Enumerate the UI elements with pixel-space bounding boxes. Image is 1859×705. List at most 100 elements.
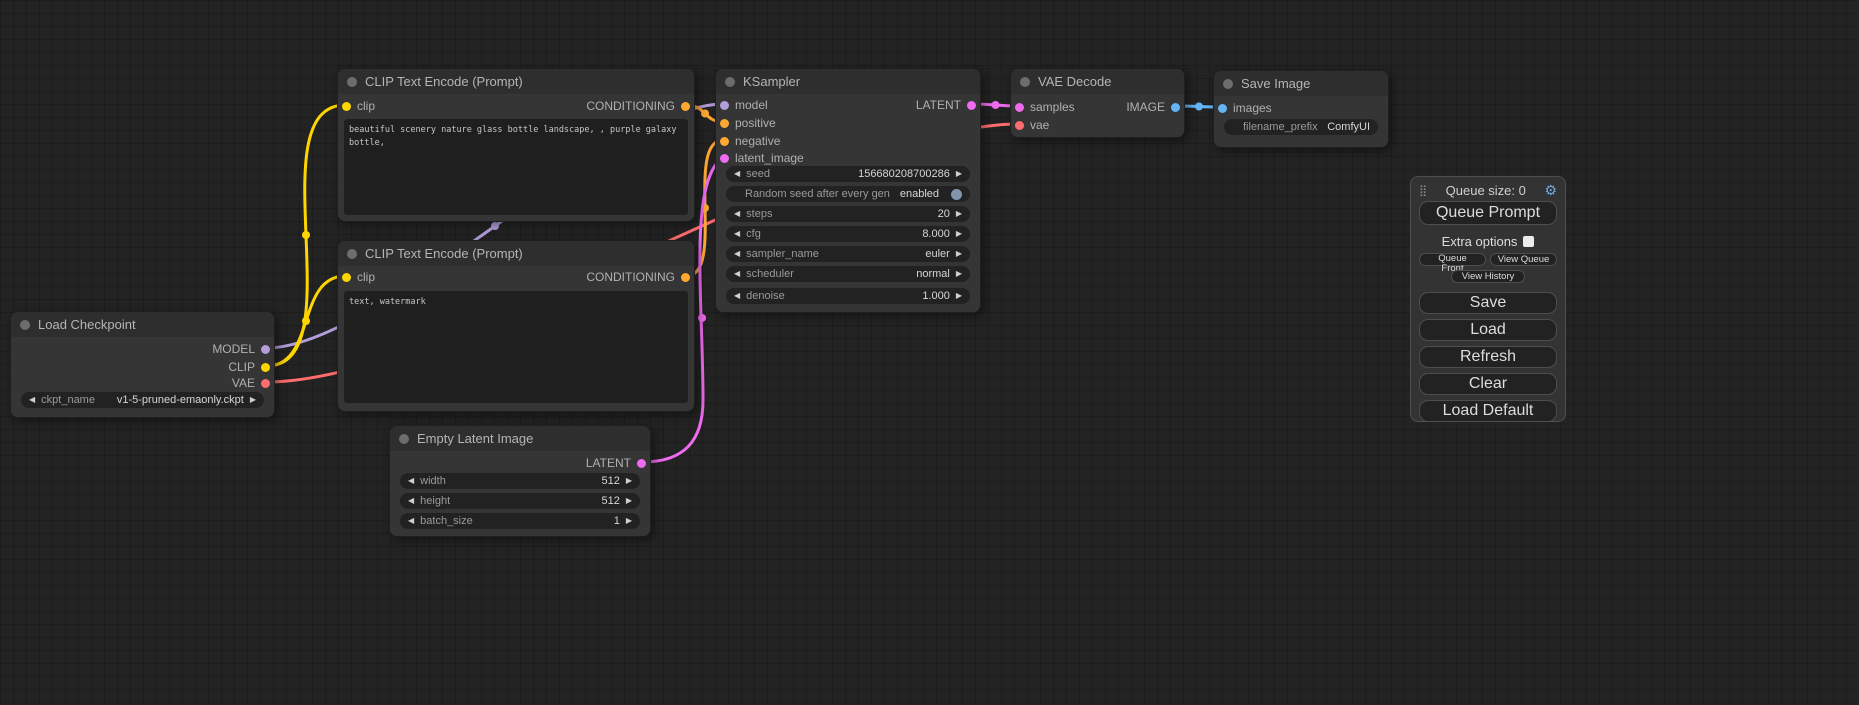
widget-steps[interactable]: ◀ steps 20 ▶ <box>726 206 970 222</box>
vae-slot-dot-icon[interactable] <box>261 379 270 388</box>
output-slot-conditioning[interactable]: CONDITIONING <box>586 269 690 285</box>
prev-value-icon[interactable]: ◀ <box>29 396 35 404</box>
output-slot-image[interactable]: IMAGE <box>1126 99 1180 115</box>
latent-slot-dot-icon[interactable] <box>720 154 729 163</box>
negative-prompt-textarea[interactable]: text, watermark <box>344 291 688 403</box>
input-slot-clip[interactable]: clip <box>342 269 375 285</box>
node-vae-decode[interactable]: VAE Decode samples IMAGE vae <box>1010 68 1185 138</box>
widget-random-seed[interactable]: Random seed after every gen enabled <box>726 186 970 202</box>
widget-filename-prefix[interactable]: filename_prefix ComfyUI <box>1224 119 1378 135</box>
conditioning-slot-dot-icon[interactable] <box>681 273 690 282</box>
node-title-bar[interactable]: Save Image <box>1214 71 1388 96</box>
increment-icon[interactable]: ▶ <box>956 230 962 238</box>
drag-handle-icon[interactable]: ⣿ <box>1419 184 1427 197</box>
output-slot-latent[interactable]: LATENT <box>916 97 976 113</box>
image-slot-dot-icon[interactable] <box>1218 104 1227 113</box>
queue-prompt-button[interactable]: Queue Prompt <box>1419 201 1557 225</box>
node-load-checkpoint[interactable]: Load Checkpoint MODEL CLIP VAE ◀ ckpt_na… <box>10 311 275 418</box>
widget-cfg[interactable]: ◀ cfg 8.000 ▶ <box>726 226 970 242</box>
decrement-icon[interactable]: ◀ <box>734 210 740 218</box>
model-slot-dot-icon[interactable] <box>720 101 729 110</box>
input-slot-positive[interactable]: positive <box>720 115 776 131</box>
load-default-button[interactable]: Load Default <box>1419 400 1557 422</box>
collapse-dot-icon[interactable] <box>1223 79 1233 89</box>
increment-icon[interactable]: ▶ <box>956 210 962 218</box>
view-history-button[interactable]: View History <box>1451 270 1525 283</box>
increment-icon[interactable]: ▶ <box>956 170 962 178</box>
node-title-bar[interactable]: CLIP Text Encode (Prompt) <box>338 69 694 94</box>
node-clip-text-encode-negative[interactable]: CLIP Text Encode (Prompt) clip CONDITION… <box>337 240 695 412</box>
input-slot-clip[interactable]: clip <box>342 98 375 114</box>
output-slot-model[interactable]: MODEL <box>212 341 270 357</box>
input-slot-images[interactable]: images <box>1218 100 1272 116</box>
latent-slot-dot-icon[interactable] <box>1015 103 1024 112</box>
widget-width[interactable]: ◀ width 512 ▶ <box>400 473 640 489</box>
clip-slot-dot-icon[interactable] <box>342 273 351 282</box>
collapse-dot-icon[interactable] <box>347 77 357 87</box>
collapse-dot-icon[interactable] <box>347 249 357 259</box>
decrement-icon[interactable]: ◀ <box>408 497 414 505</box>
extra-options-checkbox[interactable] <box>1523 236 1534 247</box>
view-queue-button[interactable]: View Queue <box>1490 253 1557 266</box>
widget-denoise[interactable]: ◀ denoise 1.000 ▶ <box>726 288 970 304</box>
node-title-bar[interactable]: CLIP Text Encode (Prompt) <box>338 241 694 266</box>
latent-slot-dot-icon[interactable] <box>637 459 646 468</box>
clear-button[interactable]: Clear <box>1419 373 1557 395</box>
input-slot-latent-image[interactable]: latent_image <box>720 150 804 166</box>
input-slot-vae[interactable]: vae <box>1015 117 1049 133</box>
node-ksampler[interactable]: KSampler model LATENT positive negative … <box>715 68 981 313</box>
next-value-icon[interactable]: ▶ <box>956 250 962 258</box>
node-title-bar[interactable]: KSampler <box>716 69 980 94</box>
conditioning-slot-dot-icon[interactable] <box>720 119 729 128</box>
widget-sampler-name[interactable]: ◀ sampler_name euler ▶ <box>726 246 970 262</box>
clip-slot-dot-icon[interactable] <box>342 102 351 111</box>
node-title-bar[interactable]: Load Checkpoint <box>11 312 274 337</box>
decrement-icon[interactable]: ◀ <box>734 230 740 238</box>
increment-icon[interactable]: ▶ <box>626 477 632 485</box>
input-slot-samples[interactable]: samples <box>1015 99 1075 115</box>
save-button[interactable]: Save <box>1419 292 1557 314</box>
widget-height[interactable]: ◀ height 512 ▶ <box>400 493 640 509</box>
conditioning-slot-dot-icon[interactable] <box>720 137 729 146</box>
collapse-dot-icon[interactable] <box>20 320 30 330</box>
output-slot-latent[interactable]: LATENT <box>586 455 646 471</box>
input-slot-model[interactable]: model <box>720 97 768 113</box>
output-slot-conditioning[interactable]: CONDITIONING <box>586 98 690 114</box>
prev-value-icon[interactable]: ◀ <box>734 250 740 258</box>
collapse-dot-icon[interactable] <box>1020 77 1030 87</box>
decrement-icon[interactable]: ◀ <box>734 170 740 178</box>
vae-slot-dot-icon[interactable] <box>1015 121 1024 130</box>
latent-slot-dot-icon[interactable] <box>967 101 976 110</box>
next-value-icon[interactable]: ▶ <box>956 270 962 278</box>
widget-batch-size[interactable]: ◀ batch_size 1 ▶ <box>400 513 640 529</box>
input-slot-negative[interactable]: negative <box>720 133 780 149</box>
node-title-bar[interactable]: VAE Decode <box>1011 69 1184 94</box>
toggle-dot-icon[interactable] <box>951 189 962 200</box>
collapse-dot-icon[interactable] <box>725 77 735 87</box>
clip-slot-dot-icon[interactable] <box>261 363 270 372</box>
refresh-button[interactable]: Refresh <box>1419 346 1557 368</box>
decrement-icon[interactable]: ◀ <box>734 292 740 300</box>
widget-ckpt-name[interactable]: ◀ ckpt_name v1-5-pruned-emaonly.ckpt ▶ <box>21 392 264 408</box>
increment-icon[interactable]: ▶ <box>626 517 632 525</box>
node-title-bar[interactable]: Empty Latent Image <box>390 426 650 451</box>
increment-icon[interactable]: ▶ <box>956 292 962 300</box>
collapse-dot-icon[interactable] <box>399 434 409 444</box>
node-empty-latent-image[interactable]: Empty Latent Image LATENT ◀ width 512 ▶ … <box>389 425 651 537</box>
widget-scheduler[interactable]: ◀ scheduler normal ▶ <box>726 266 970 282</box>
conditioning-slot-dot-icon[interactable] <box>681 102 690 111</box>
node-clip-text-encode-positive[interactable]: CLIP Text Encode (Prompt) clip CONDITION… <box>337 68 695 222</box>
increment-icon[interactable]: ▶ <box>626 497 632 505</box>
next-value-icon[interactable]: ▶ <box>250 396 256 404</box>
model-slot-dot-icon[interactable] <box>261 345 270 354</box>
load-button[interactable]: Load <box>1419 319 1557 341</box>
queue-front-button[interactable]: Queue Front <box>1419 253 1486 266</box>
decrement-icon[interactable]: ◀ <box>408 517 414 525</box>
node-save-image[interactable]: Save Image images filename_prefix ComfyU… <box>1213 70 1389 148</box>
output-slot-vae[interactable]: VAE <box>232 375 270 391</box>
positive-prompt-textarea[interactable]: beautiful scenery nature glass bottle la… <box>344 119 688 215</box>
prev-value-icon[interactable]: ◀ <box>734 270 740 278</box>
image-slot-dot-icon[interactable] <box>1171 103 1180 112</box>
decrement-icon[interactable]: ◀ <box>408 477 414 485</box>
settings-gear-icon[interactable]: ⚙ <box>1544 182 1557 199</box>
